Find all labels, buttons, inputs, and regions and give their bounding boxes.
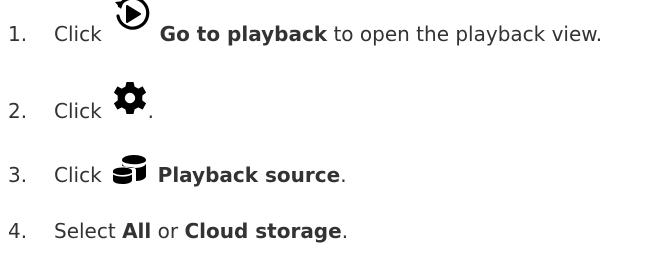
step-4: 4. Select All or Cloud storage . [0,203,348,243]
step-bold-text: Cloud storage [184,219,342,243]
step-bold-text: All [122,219,152,243]
database-icon [112,154,148,184]
step-number: 2. [8,99,28,123]
step-text: or [151,219,185,243]
step-text: Click [54,163,102,187]
step-2: 2. Click . [0,81,155,123]
step-text: Click [54,99,102,123]
step-number: 1. [8,22,28,46]
step-3: 3. Click Playback source . [0,147,347,187]
step-number: 4. [8,219,28,243]
step-bold-text: Playback source [157,163,341,187]
instruction-list: 1. Click Go to playback to open the play… [0,0,669,258]
playback-icon [112,0,152,34]
gear-icon [112,81,148,115]
step-text: . [147,99,155,123]
step-number: 3. [8,163,28,187]
step-text: to open the playback view. [327,22,603,46]
step-text: Select [54,219,123,243]
step-text: . [340,163,347,187]
step-text: Click [54,22,102,46]
step-text: . [341,219,349,243]
step-bold-text: Go to playback [159,22,328,46]
step-1: 1. Click Go to playback to open the play… [0,0,603,46]
